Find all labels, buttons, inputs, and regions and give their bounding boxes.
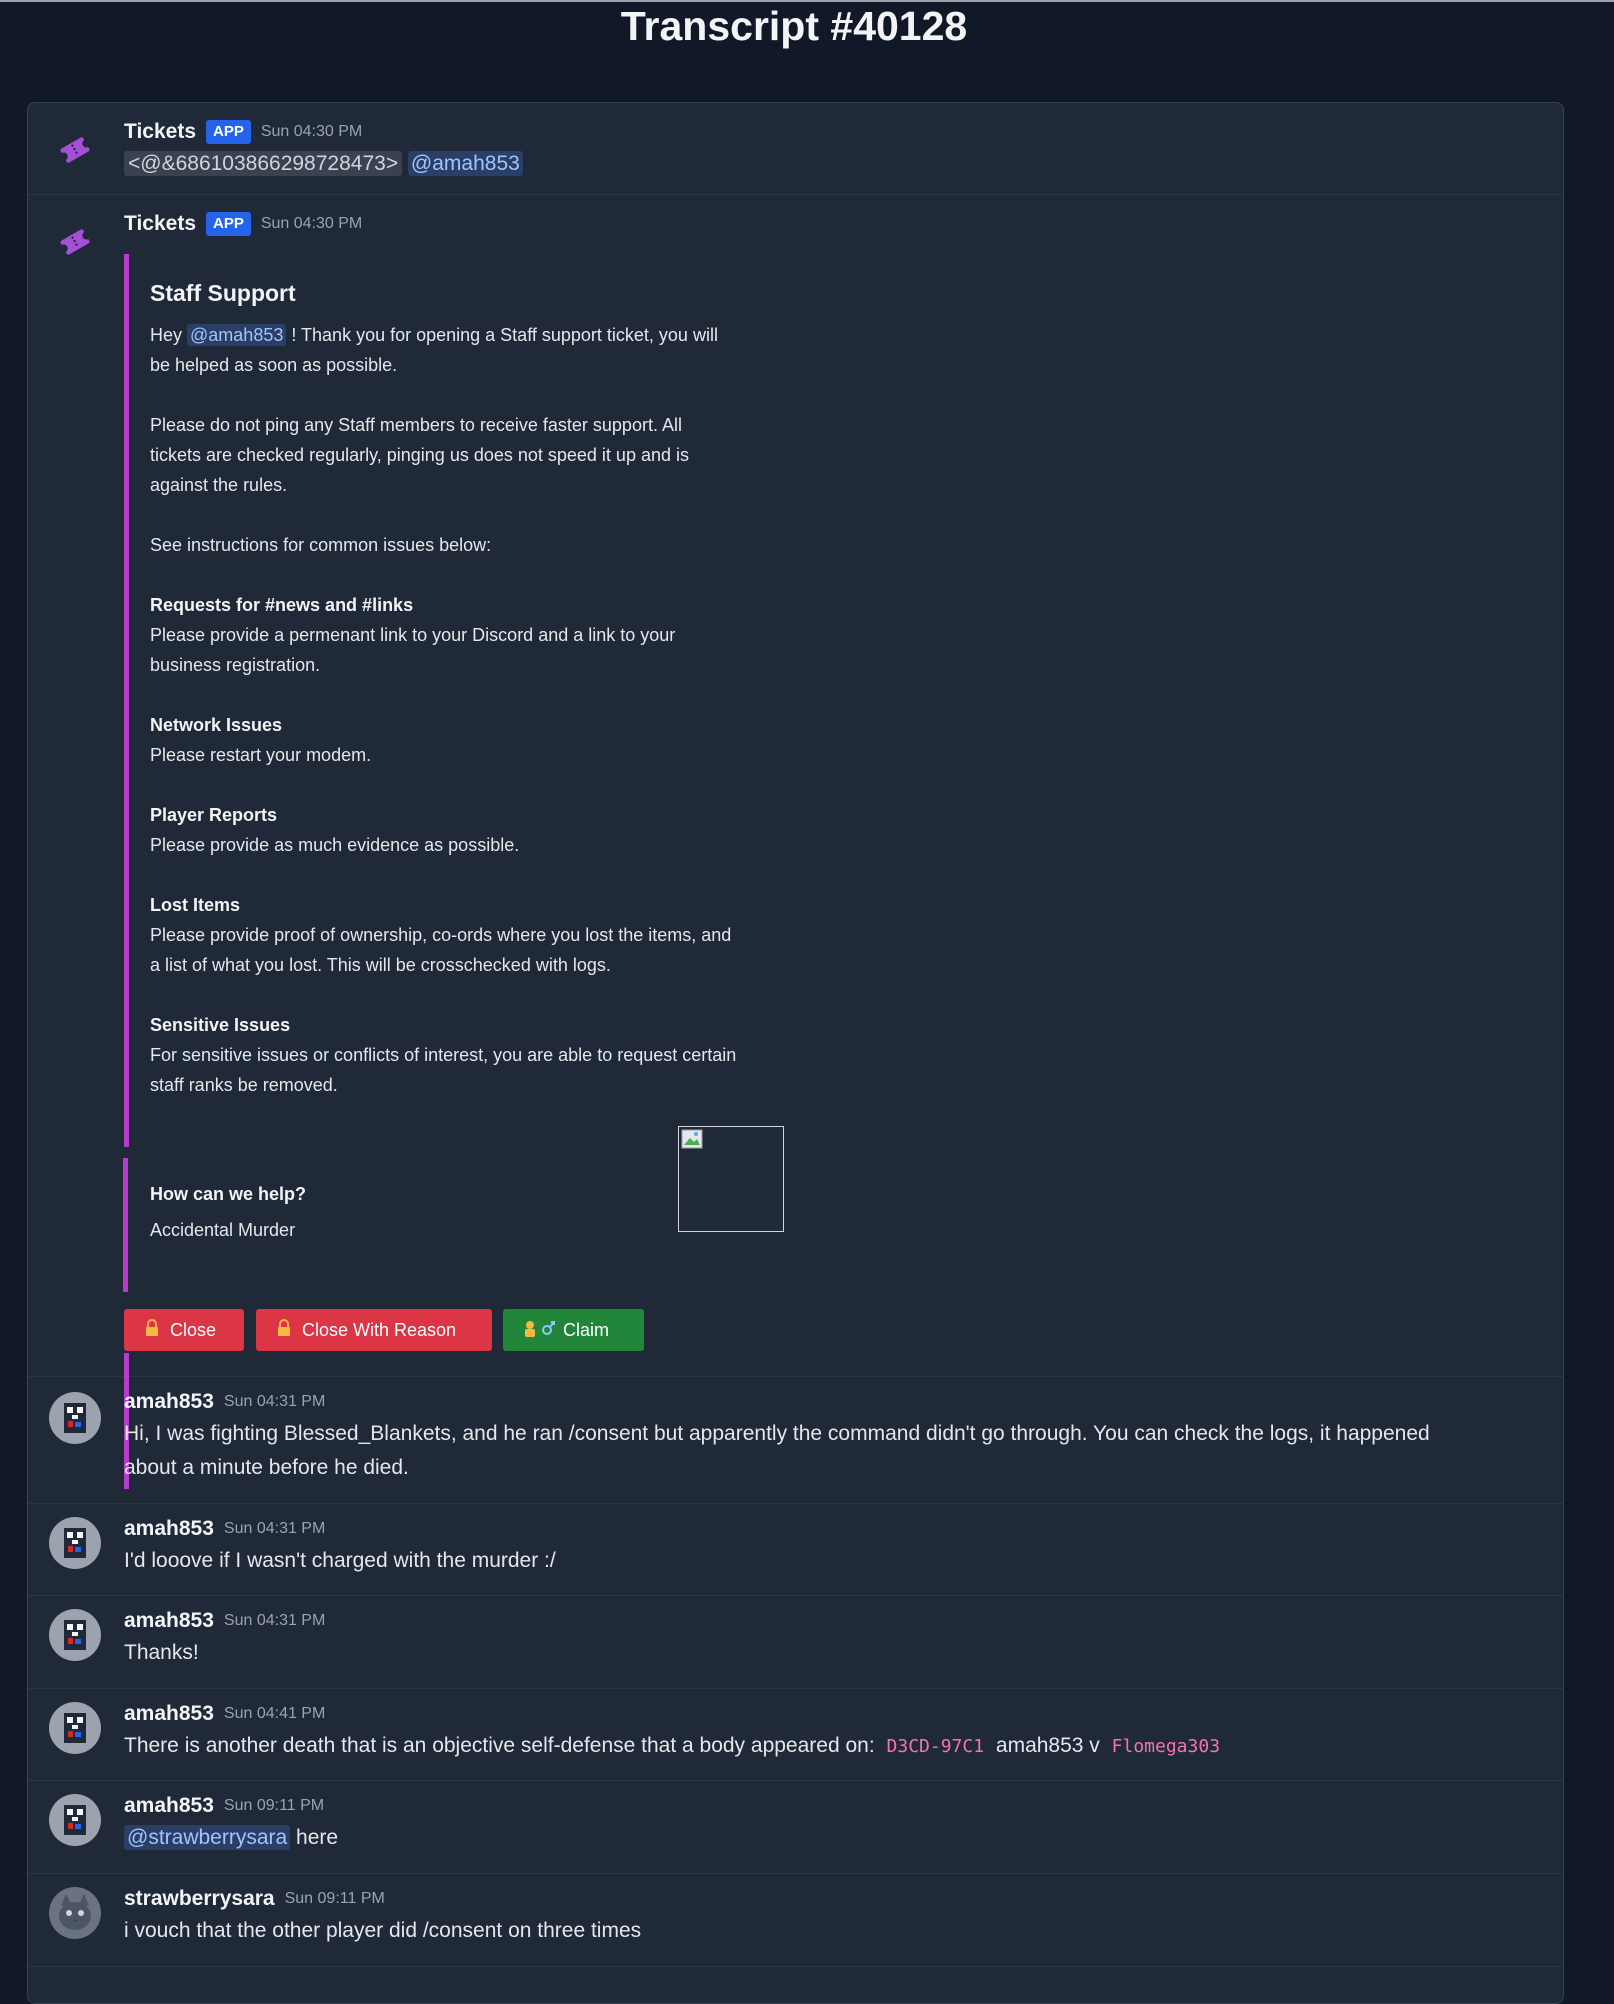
avatar[interactable] — [48, 1793, 102, 1847]
claim-button[interactable]: Claim — [503, 1309, 644, 1351]
embed-text: Please provide a permenant link to your … — [150, 625, 676, 645]
author-name[interactable]: Tickets — [124, 120, 196, 144]
embed-text: For sensitive issues or conflicts of int… — [150, 1045, 737, 1065]
message-text: i vouch that the other player did /conse… — [124, 1919, 642, 1942]
role-mention[interactable]: <@&686103866298728473> — [124, 151, 403, 176]
message-text: amah853 v — [995, 1734, 1100, 1757]
embed-text: Please provide as much evidence as possi… — [150, 835, 520, 855]
timestamp: Sun 04:30 PM — [260, 215, 363, 232]
close-label: Close — [170, 1319, 217, 1340]
message-text: There is another death that is an object… — [124, 1734, 875, 1757]
author-name[interactable]: amah853 — [124, 1794, 214, 1818]
embed-text: be helped as soon as possible. — [150, 355, 398, 375]
embed-title: Staff Support — [150, 280, 296, 306]
embed-text: against the rules. — [150, 475, 288, 495]
app-badge: APP — [206, 120, 251, 144]
embed-text: business registration. — [150, 655, 321, 675]
embed: Staff Support Hey @amah853 ! Thank you f… — [124, 254, 789, 1147]
section-title: Network Issues — [150, 715, 283, 735]
transcript-panel: Tickets APP Sun 04:30 PM <@&686103866298… — [27, 102, 1564, 2004]
timestamp: Sun 04:31 PM — [223, 1612, 326, 1629]
claim-label: Claim — [563, 1319, 610, 1340]
inline-code: D3CD-97C1 — [886, 1736, 985, 1757]
image-placeholder-icon — [681, 1129, 703, 1149]
inline-code: Flomega303 — [1111, 1736, 1221, 1757]
embed-text: staff ranks be removed. — [150, 1075, 338, 1095]
timestamp: Sun 04:41 PM — [223, 1705, 326, 1722]
embed-text: Please provide proof of ownership, co-or… — [150, 925, 732, 945]
app-badge: APP — [206, 212, 251, 236]
embed-text: a list of what you lost. This will be cr… — [150, 955, 611, 975]
embed-field-bar — [123, 1158, 128, 1292]
close-with-reason-button[interactable]: Close With Reason — [256, 1309, 492, 1351]
ticket-icon — [48, 215, 102, 269]
embed-text: See instructions for common issues below… — [150, 535, 492, 555]
avatar[interactable] — [48, 1886, 102, 1940]
message-amah853: amah853 Sun 04:31 PM I'd looove if I was… — [28, 1504, 1563, 1596]
avatar[interactable] — [48, 1608, 102, 1662]
author-name[interactable]: amah853 — [124, 1609, 214, 1633]
close-button[interactable]: Close — [124, 1309, 244, 1351]
embed-text: Please restart your modem. — [150, 745, 372, 765]
author-name[interactable]: amah853 — [124, 1517, 214, 1541]
author-name[interactable]: amah853 — [124, 1390, 214, 1414]
message-text: about a minute before he died. — [124, 1456, 409, 1479]
timestamp: Sun 04:31 PM — [223, 1393, 326, 1410]
user-mention[interactable]: @amah853 — [407, 151, 523, 176]
avatar[interactable] — [48, 1391, 102, 1445]
embed-text: tickets are checked regularly, pinging u… — [150, 445, 689, 465]
lock-icon — [144, 1318, 160, 1342]
avatar[interactable] — [48, 1516, 102, 1570]
message-text: here — [290, 1826, 339, 1849]
close-with-reason-label: Close With Reason — [302, 1319, 457, 1340]
message-amah853: amah853 Sun 09:11 PM @strawberrysara her… — [28, 1781, 1563, 1874]
author-name[interactable]: strawberrysara — [124, 1887, 275, 1911]
message-text: Thanks! — [124, 1641, 199, 1664]
lock-icon — [276, 1318, 292, 1342]
section-title: Requests for #news and #links — [150, 595, 414, 615]
message-strawberrysara: strawberrysara Sun 09:11 PM i vouch that… — [28, 1874, 1563, 1967]
section-title: Player Reports — [150, 805, 278, 825]
message-text: Hi, I was fighting Blessed_Blankets, and… — [124, 1422, 1430, 1445]
broken-image-thumbnail[interactable] — [678, 1126, 784, 1232]
person-raising-hand-icon — [523, 1319, 555, 1342]
author-name[interactable]: amah853 — [124, 1702, 214, 1726]
user-mention[interactable]: @amah853 — [187, 324, 287, 346]
timestamp: Sun 04:31 PM — [223, 1520, 326, 1537]
section-title: Sensitive Issues — [150, 1015, 291, 1035]
timestamp: Sun 09:11 PM — [284, 1890, 385, 1907]
message-amah853: amah853 Sun 04:41 PM There is another de… — [28, 1689, 1563, 1781]
message-text: I'd looove if I wasn't charged with the … — [124, 1549, 556, 1572]
field-name: How can we help? — [150, 1184, 307, 1204]
timestamp: Sun 04:30 PM — [260, 123, 363, 140]
message-amah853: amah853 Sun 04:31 PM Thanks! — [28, 1596, 1563, 1689]
page-title: Transcript #40128 — [620, 3, 968, 49]
message-tickets-ping: Tickets APP Sun 04:30 PM <@&686103866298… — [28, 103, 1563, 195]
embed-text: ! Thank you for opening a Staff support … — [286, 325, 718, 345]
embed-field: How can we help? Accidental Murder — [150, 1181, 306, 1243]
field-value: Accidental Murder — [150, 1220, 296, 1240]
user-mention[interactable]: @strawberrysara — [124, 1825, 291, 1850]
timestamp: Sun 09:11 PM — [223, 1797, 325, 1814]
section-title: Lost Items — [150, 895, 241, 915]
avatar[interactable] — [48, 1701, 102, 1755]
ticket-icon — [48, 123, 102, 177]
message-amah853: amah853 Sun 04:31 PM Hi, I was fighting … — [28, 1377, 1563, 1504]
author-name[interactable]: Tickets — [124, 212, 196, 236]
embed-text: Please do not ping any Staff members to … — [150, 415, 682, 435]
embed-text: Hey — [150, 325, 188, 345]
